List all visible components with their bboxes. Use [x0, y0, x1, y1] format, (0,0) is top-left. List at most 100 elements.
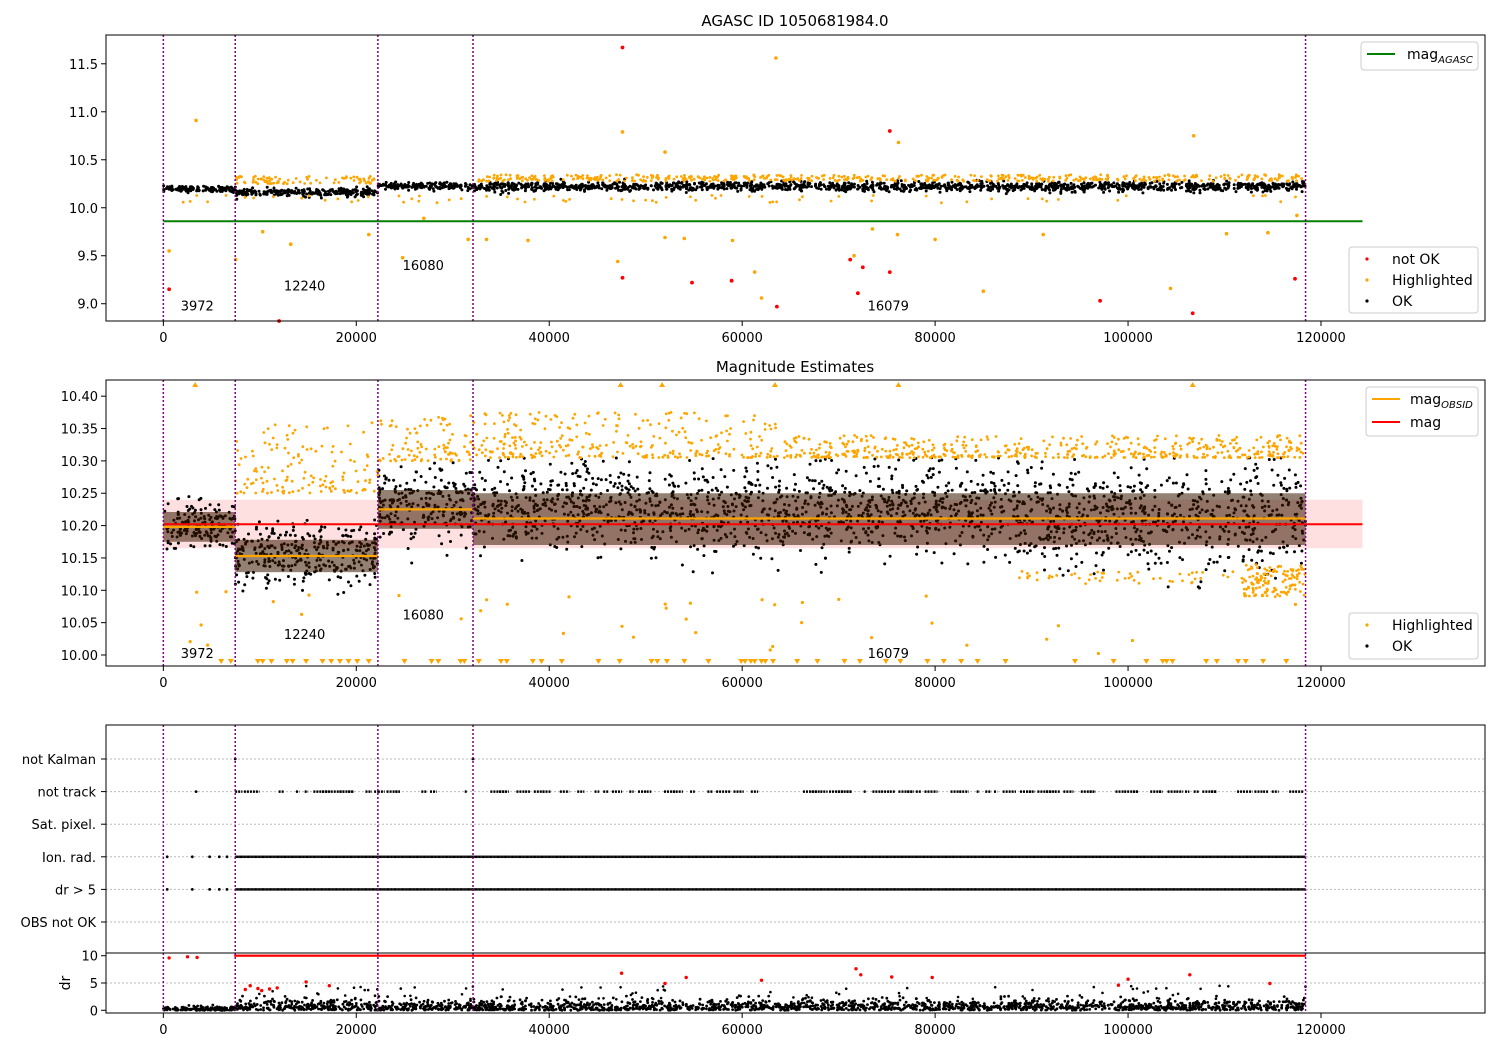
- data-point: [523, 481, 527, 485]
- data-point: [318, 181, 322, 185]
- data-point: [626, 187, 629, 191]
- data-point: [510, 476, 514, 480]
- data-point: [676, 484, 680, 488]
- data-point: [428, 467, 432, 471]
- data-point: [492, 173, 496, 177]
- data-point: [272, 186, 276, 190]
- data-point: [530, 186, 534, 190]
- data-point: [682, 179, 686, 183]
- data-point: [252, 196, 256, 200]
- data-point: [466, 237, 471, 242]
- data-point: [249, 188, 253, 192]
- data-point: [1014, 474, 1018, 478]
- data-point: [996, 179, 999, 183]
- data-point: [1102, 190, 1106, 194]
- data-point: [599, 478, 603, 482]
- data-point: [702, 554, 706, 558]
- panel-agasc-legend-points: not OK Highlighted OK: [1348, 246, 1479, 314]
- data-point: [523, 200, 527, 204]
- data-point: [654, 200, 658, 204]
- data-point: [278, 177, 282, 181]
- data-point: [1174, 188, 1177, 192]
- data-point: [1177, 182, 1181, 186]
- data-point: [790, 178, 794, 182]
- data-point: [932, 173, 936, 177]
- data-point: [349, 176, 353, 180]
- data-point: [601, 459, 605, 463]
- data-point: [964, 488, 968, 492]
- data-point: [1208, 174, 1212, 178]
- data-point: [767, 173, 771, 177]
- data-point: [1099, 173, 1103, 177]
- data-point: [902, 189, 906, 193]
- data-point: [406, 183, 410, 187]
- panel-agasc-title: AGASC ID 1050681984.0: [701, 12, 888, 30]
- data-point: [820, 546, 824, 550]
- data-point: [1117, 187, 1121, 191]
- data-point: [529, 183, 533, 187]
- data-point: [259, 177, 263, 181]
- data-point: [571, 472, 575, 476]
- data-point: [1129, 466, 1133, 470]
- data-point: [224, 545, 228, 548]
- data-point: [937, 459, 941, 463]
- data-point: [931, 473, 935, 477]
- data-point: [596, 556, 600, 560]
- data-point: [869, 178, 873, 182]
- data-point: [1052, 183, 1056, 187]
- data-point: [1021, 179, 1024, 182]
- data-point: [697, 477, 701, 481]
- data-point: [396, 183, 400, 187]
- data-point: [1260, 177, 1264, 181]
- data-point: [732, 468, 736, 472]
- data-point: [1288, 182, 1292, 186]
- data-point: [585, 470, 589, 474]
- data-point: [1049, 486, 1053, 490]
- data-point: [924, 549, 928, 553]
- data-point: [831, 183, 835, 187]
- data-point: [373, 518, 377, 522]
- data-point: [529, 472, 533, 476]
- data-point: [482, 545, 486, 549]
- data-point: [405, 481, 409, 485]
- data-point: [950, 178, 953, 182]
- data-point: [714, 196, 717, 200]
- data-point: [877, 477, 881, 481]
- data-point: [487, 186, 491, 190]
- data-point: [492, 182, 496, 186]
- data-point: [615, 182, 619, 186]
- data-point: [1273, 177, 1277, 181]
- data-point: [1152, 176, 1156, 179]
- data-point: [364, 189, 368, 192]
- data-point: [675, 175, 679, 179]
- data-point: [390, 530, 393, 534]
- data-point: [994, 555, 998, 559]
- data-point: [998, 488, 1001, 492]
- data-point: [565, 173, 569, 177]
- data-point: [1082, 181, 1086, 185]
- data-point: [502, 470, 506, 474]
- data-point: [1210, 545, 1214, 549]
- data-point: [373, 532, 377, 536]
- obsid-label: 3972: [181, 299, 214, 314]
- data-point: [858, 185, 862, 189]
- data-point: [1135, 185, 1139, 188]
- data-point: [616, 186, 619, 190]
- data-point: [1026, 197, 1030, 201]
- data-point: [1223, 490, 1227, 494]
- data-point: [478, 470, 482, 474]
- data-point: [574, 184, 577, 188]
- data-point: [940, 176, 944, 179]
- data-point: [989, 174, 993, 178]
- data-point: [534, 183, 538, 187]
- data-point: [445, 180, 449, 184]
- data-point: [193, 508, 197, 512]
- data-point: [516, 197, 519, 201]
- data-point: [414, 470, 418, 474]
- data-point: [723, 475, 727, 479]
- data-point: [1053, 186, 1057, 190]
- data-point: [862, 465, 866, 469]
- data-point: [1185, 185, 1189, 189]
- data-point: [619, 189, 623, 193]
- data-point: [257, 189, 261, 193]
